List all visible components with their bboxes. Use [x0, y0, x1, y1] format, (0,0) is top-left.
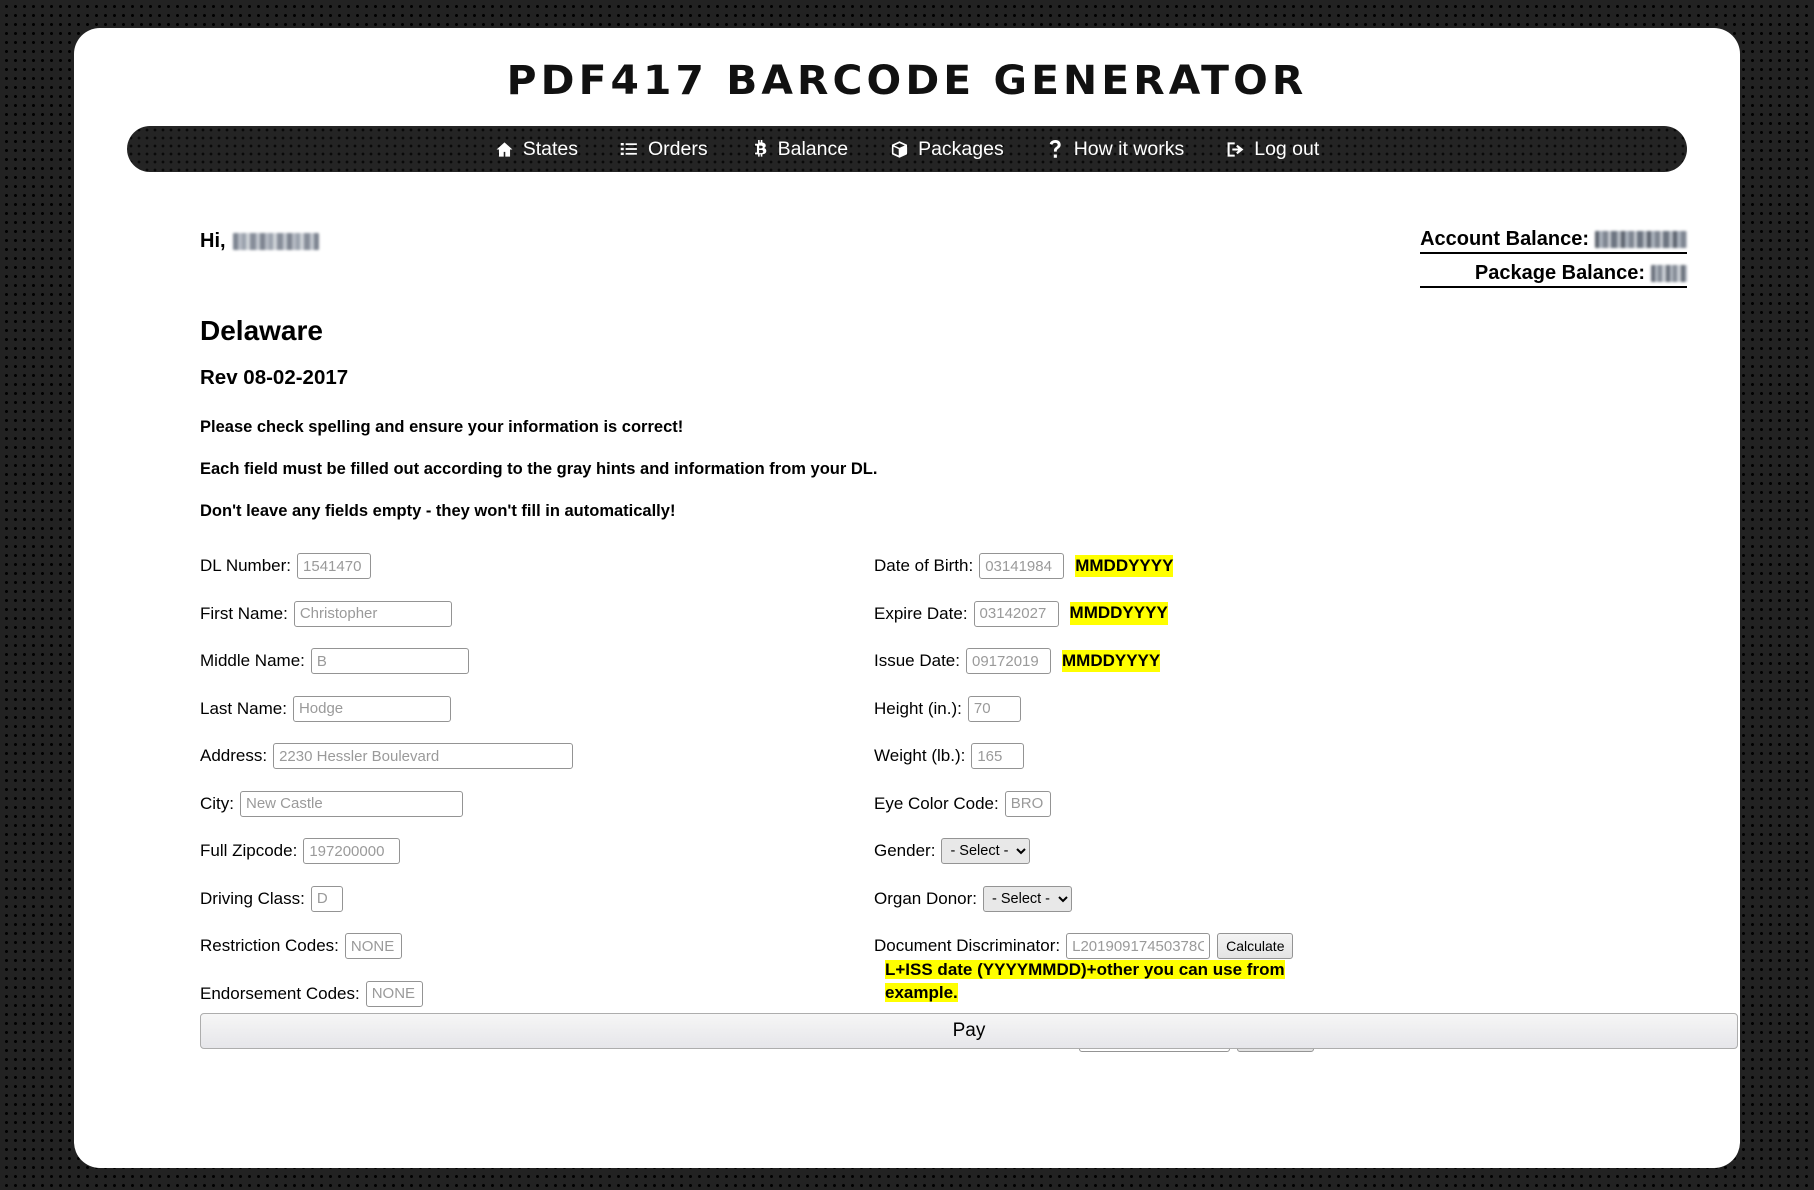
field-issue-date: Issue Date: MMDDYYYY [874, 648, 1664, 674]
field-driving-class: Driving Class: [200, 886, 820, 912]
issue-date-input[interactable] [966, 648, 1051, 674]
issue-date-label: Issue Date: [874, 651, 960, 671]
organ-donor-label: Organ Donor: [874, 889, 977, 909]
expire-date-input[interactable] [974, 601, 1059, 627]
field-gender: Gender: - Select - [874, 838, 1664, 864]
document-discriminator-label: Document Discriminator: [874, 936, 1060, 956]
last-name-input[interactable] [293, 696, 451, 722]
endorsement-codes-label: Endorsement Codes: [200, 984, 360, 1004]
zipcode-label: Full Zipcode: [200, 841, 297, 861]
issue-date-hint: MMDDYYYY [1062, 650, 1160, 672]
zipcode-input[interactable] [303, 838, 400, 864]
field-city: City: [200, 791, 820, 817]
expire-date-hint: MMDDYYYY [1070, 602, 1168, 624]
expire-date-label: Expire Date: [874, 604, 968, 624]
eye-color-input[interactable] [1005, 791, 1051, 817]
document-discriminator-hint-wrap: L+ISS date (YYYYMMDD)+other you can use … [885, 959, 1310, 1005]
first-name-input[interactable] [294, 601, 452, 627]
gender-label: Gender: [874, 841, 935, 861]
first-name-label: First Name: [200, 604, 288, 624]
city-input[interactable] [240, 791, 463, 817]
field-height: Height (in.): [874, 696, 1664, 722]
field-expire-date: Expire Date: MMDDYYYY [874, 601, 1664, 627]
dl-number-input[interactable] [297, 553, 371, 579]
field-last-name: Last Name: [200, 696, 820, 722]
endorsement-codes-input[interactable] [366, 981, 423, 1007]
content-card: PDF417 BARCODE GENERATOR States Orders B… [74, 28, 1740, 1168]
address-label: Address: [200, 746, 267, 766]
driving-class-input[interactable] [311, 886, 343, 912]
middle-name-label: Middle Name: [200, 651, 305, 671]
middle-name-input[interactable] [311, 648, 469, 674]
organ-donor-select[interactable]: - Select - [983, 886, 1072, 912]
field-first-name: First Name: [200, 601, 820, 627]
document-discriminator-calculate-button[interactable]: Calculate [1217, 933, 1293, 959]
gender-select[interactable]: - Select - [941, 838, 1030, 864]
height-input[interactable] [968, 696, 1021, 722]
field-restriction-codes: Restriction Codes: [200, 933, 820, 959]
dl-form: DL Number: First Name: Middle Name: Last… [74, 28, 1740, 1168]
field-zipcode: Full Zipcode: [200, 838, 820, 864]
dl-number-label: DL Number: [200, 556, 291, 576]
field-date-of-birth: Date of Birth: MMDDYYYY [874, 553, 1664, 579]
date-of-birth-label: Date of Birth: [874, 556, 973, 576]
field-dl-number: DL Number: [200, 553, 820, 579]
address-input[interactable] [273, 743, 573, 769]
date-of-birth-hint: MMDDYYYY [1075, 555, 1173, 577]
city-label: City: [200, 794, 234, 814]
field-eye-color: Eye Color Code: [874, 791, 1664, 817]
height-label: Height (in.): [874, 699, 962, 719]
last-name-label: Last Name: [200, 699, 287, 719]
restriction-codes-input[interactable] [345, 933, 402, 959]
date-of-birth-input[interactable] [979, 553, 1064, 579]
field-endorsement-codes: Endorsement Codes: [200, 981, 820, 1007]
weight-input[interactable] [971, 743, 1024, 769]
restriction-codes-label: Restriction Codes: [200, 936, 339, 956]
eye-color-label: Eye Color Code: [874, 794, 999, 814]
field-middle-name: Middle Name: [200, 648, 820, 674]
driving-class-label: Driving Class: [200, 889, 305, 909]
field-document-discriminator: Document Discriminator: Calculate L+ISS … [874, 933, 1664, 1005]
field-weight: Weight (lb.): [874, 743, 1664, 769]
document-discriminator-input[interactable] [1066, 933, 1210, 959]
document-discriminator-hint: L+ISS date (YYYYMMDD)+other you can use … [885, 960, 1285, 1002]
weight-label: Weight (lb.): [874, 746, 965, 766]
field-organ-donor: Organ Donor: - Select - [874, 886, 1664, 912]
pay-button[interactable]: Pay [200, 1013, 1738, 1049]
form-column-left: DL Number: First Name: Middle Name: Last… [200, 553, 820, 1028]
form-column-right: Date of Birth: MMDDYYYY Expire Date: MMD… [874, 553, 1664, 1074]
field-address: Address: [200, 743, 820, 769]
